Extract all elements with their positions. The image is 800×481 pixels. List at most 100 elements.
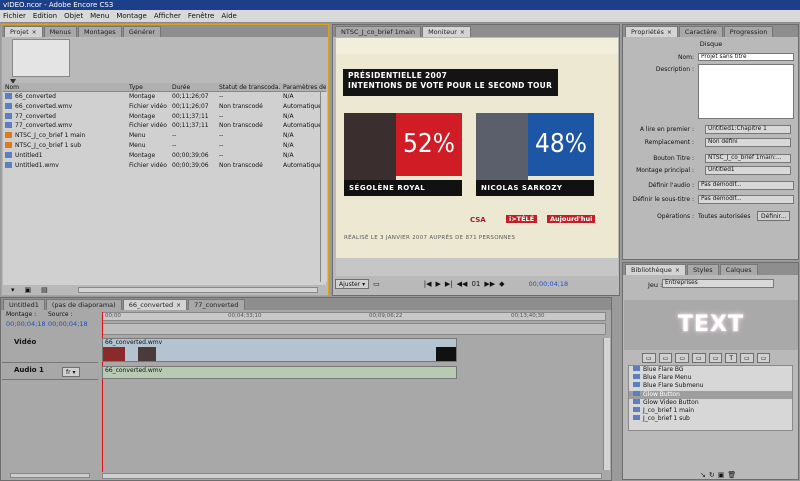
- override-dropdown[interactable]: Non défini: [705, 138, 791, 147]
- table-row[interactable]: Untitled1 Montage 00;00;39;06 -- N/A: [3, 151, 326, 161]
- audio-lang-dropdown[interactable]: fr ▾: [62, 367, 80, 377]
- main-timeline-dropdown[interactable]: Untitled1: [705, 166, 791, 175]
- library-item[interactable]: J_co_brief 1 sub: [629, 415, 792, 423]
- close-icon[interactable]: ×: [460, 29, 465, 36]
- close-icon[interactable]: ×: [32, 29, 37, 36]
- col-duree[interactable]: Durée: [170, 83, 217, 91]
- tab-progression[interactable]: Progression: [723, 26, 774, 37]
- close-icon[interactable]: ×: [667, 29, 672, 36]
- monitor-timecode[interactable]: 00;00;04;18: [529, 280, 569, 288]
- audio-set-dropdown[interactable]: Pas demodif...: [698, 181, 794, 190]
- candidate-left-name: SÉGOLÈNE ROYAL: [344, 180, 462, 196]
- time-ruler[interactable]: 00;00 00;04;33;10 00;09;06;22 00;13;40;3…: [102, 312, 606, 321]
- menu-fichier[interactable]: Fichier: [3, 12, 26, 20]
- tab-caractere[interactable]: Caractère: [678, 26, 723, 37]
- menu-montage[interactable]: Montage: [116, 12, 147, 20]
- library-item[interactable]: J_co_brief 1 main: [629, 406, 792, 415]
- menu-edition[interactable]: Edition: [33, 12, 57, 20]
- table-row[interactable]: NTSC_J_co_brief 1 main Menu -- -- N/A: [3, 131, 326, 141]
- col-type[interactable]: Type: [127, 83, 170, 91]
- table-row[interactable]: 77_converted.wmv Fichier vidéo 00;11;37;11…: [3, 121, 326, 131]
- filter-image-icon[interactable]: ▭: [708, 353, 723, 363]
- play-icon[interactable]: ▶: [436, 280, 441, 288]
- filter-shape-icon[interactable]: ▭: [740, 353, 754, 363]
- menu-menu[interactable]: Menu: [90, 12, 109, 20]
- subtitle-set-dropdown[interactable]: Pas demodif...: [698, 195, 794, 204]
- montage-timecode[interactable]: 00;00;04;18: [6, 320, 46, 328]
- title-button-dropdown[interactable]: NTSC_J_co_brief 1main:...: [705, 154, 791, 163]
- subtitle-set-label: Définir le sous-titre :: [632, 196, 694, 203]
- cell-statut: Non transcodé: [217, 121, 281, 131]
- tab-projet[interactable]: Projet ×: [4, 26, 43, 37]
- table-row[interactable]: 66_converted Montage 00;11;26;07 -- N/A: [3, 92, 326, 102]
- filter-menu-icon[interactable]: ▭: [675, 353, 690, 363]
- timeline-vscroll[interactable]: [603, 338, 610, 470]
- timeline-zoom[interactable]: [10, 473, 90, 478]
- col-nom[interactable]: Nom: [3, 83, 127, 91]
- tab-77-converted[interactable]: 77_converted: [188, 299, 245, 310]
- source-timecode[interactable]: 00;00;04;18: [48, 320, 88, 328]
- filter-replace-icon[interactable]: ▭: [756, 353, 771, 363]
- close-icon[interactable]: ×: [176, 302, 181, 309]
- tab-slideshow[interactable]: (pas de diaporama): [45, 299, 122, 310]
- place-icon[interactable]: ↘: [700, 471, 709, 479]
- library-item[interactable]: Blue Flare Menu: [629, 374, 792, 382]
- menu-afficher[interactable]: Afficher: [154, 12, 181, 20]
- goto-end-icon[interactable]: ▶|: [445, 280, 453, 288]
- goto-start-icon[interactable]: |◀: [424, 280, 432, 288]
- tab-menu-editor[interactable]: NTSC_J_co_brief 1main: [335, 26, 422, 37]
- timeline-hscroll[interactable]: [102, 473, 602, 479]
- trash-icon[interactable]: 🗑: [727, 471, 739, 479]
- define-button[interactable]: Définir...: [757, 211, 791, 221]
- library-item[interactable]: Glow Video Button: [629, 398, 792, 407]
- tab-moniteur[interactable]: Moniteur ×: [422, 26, 471, 37]
- menu-fenetre[interactable]: Fenêtre: [188, 12, 214, 20]
- video-clip[interactable]: 66_converted.wmv: [102, 338, 457, 362]
- table-row[interactable]: 66_converted.wmv Fichier vidéo 00;11;26;07…: [3, 102, 326, 112]
- col-statut[interactable]: Statut de transcoda...: [217, 83, 281, 91]
- filter-bg-icon[interactable]: ▭: [642, 353, 656, 363]
- table-row[interactable]: Untitled1.wmv Fichier vidéo 00;00;39;06 Non…: [3, 161, 326, 171]
- tab-menus[interactable]: Menus: [43, 26, 77, 37]
- tab-bibliotheque[interactable]: Bibliothèque ×: [625, 264, 686, 275]
- first-play-dropdown[interactable]: Untitled1:Chapitre 1: [705, 125, 791, 134]
- library-item[interactable]: Glow Button: [629, 390, 792, 399]
- cell-text: Menu: [129, 132, 146, 140]
- audio-clip[interactable]: 66_converted.wmv: [102, 366, 457, 379]
- next-chapter-icon[interactable]: ▶▶: [484, 280, 495, 288]
- tab-untitled1[interactable]: Untitled1: [3, 299, 45, 310]
- tab-calques[interactable]: Calques: [719, 264, 758, 275]
- menu-aide[interactable]: Aide: [221, 12, 236, 20]
- description-field[interactable]: [698, 64, 794, 119]
- set-dropdown[interactable]: Entreprises: [662, 279, 774, 288]
- project-hscroll[interactable]: [77, 287, 318, 293]
- fit-dropdown[interactable]: Ajuster ▾: [335, 279, 370, 289]
- safe-area-icon[interactable]: ▭: [373, 280, 380, 288]
- tab-styles[interactable]: Styles: [686, 264, 719, 275]
- filter-button-icon[interactable]: ▭: [658, 353, 673, 363]
- library-item[interactable]: Blue Flare BG: [629, 366, 792, 374]
- col-parametres[interactable]: Paramètres de tr: [281, 83, 326, 91]
- add-chapter-icon[interactable]: ◆: [499, 280, 504, 288]
- tab-montages[interactable]: Montages: [77, 26, 122, 37]
- tab-proprietes[interactable]: Propriétés ×: [625, 26, 678, 37]
- folder-icon[interactable]: ▤: [41, 286, 48, 294]
- project-vscroll[interactable]: [320, 92, 327, 282]
- table-row[interactable]: NTSC_J_co_brief 1 sub Menu -- -- N/A: [3, 141, 326, 151]
- playhead[interactable]: [102, 312, 103, 472]
- chapter-ruler[interactable]: [102, 323, 606, 335]
- replace-icon[interactable]: ↻: [709, 471, 718, 479]
- tab-generer[interactable]: Générer: [122, 26, 162, 37]
- tab-66-converted[interactable]: 66_converted ×: [122, 299, 188, 310]
- filter-submenu-icon[interactable]: ▭: [692, 353, 706, 363]
- close-icon[interactable]: ×: [675, 267, 680, 274]
- filter-text-icon[interactable]: T: [725, 353, 738, 363]
- library-item[interactable]: Blue Flare Submenu: [629, 382, 792, 390]
- table-row[interactable]: 77_converted Montage 00;11;37;11 -- N/A: [3, 112, 326, 122]
- trash-icon[interactable]: ▣: [25, 286, 32, 294]
- menu-objet[interactable]: Objet: [64, 12, 83, 20]
- nom-field[interactable]: Projet sans titre: [698, 53, 794, 61]
- new-item-icon[interactable]: ▣: [718, 471, 728, 479]
- new-item-icon[interactable]: ▾: [11, 286, 15, 294]
- prev-chapter-icon[interactable]: ◀◀: [457, 280, 468, 288]
